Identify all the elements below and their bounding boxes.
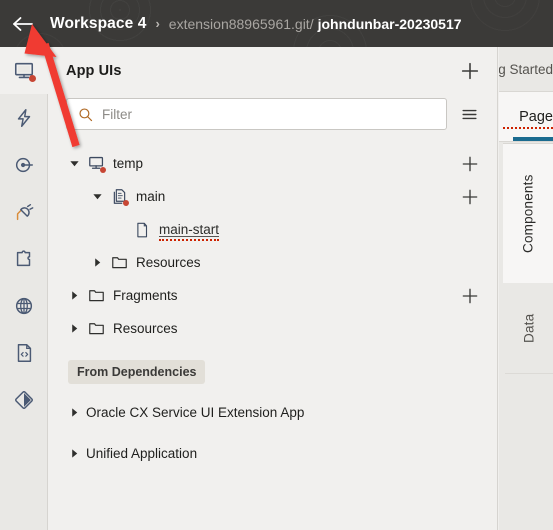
app-root: Workspace 4 › extension88965961.git/ joh… [0, 0, 553, 530]
add-app-ui-button[interactable] [457, 58, 483, 84]
tree-label: Resources [136, 255, 201, 270]
tab-getting-started[interactable]: Getting Started [499, 47, 553, 92]
back-button[interactable] [10, 11, 36, 37]
rail-item-extensions[interactable] [0, 235, 48, 282]
filter-box[interactable] [66, 98, 447, 130]
dependency-label: Unified Application [86, 446, 198, 461]
breadcrumb-branch[interactable]: johndunbar-20230517 [318, 16, 462, 32]
twisty-collapsed-icon[interactable] [66, 446, 82, 462]
tab-label: Data [521, 313, 537, 344]
page-flow-icon [109, 187, 129, 207]
search-icon [77, 106, 94, 123]
tab-label: Getting Started [499, 61, 553, 77]
rail-item-source[interactable] [0, 329, 48, 376]
rail-item-git[interactable] [0, 376, 48, 423]
status-dot [123, 199, 129, 206]
status-badge: From Dependencies [68, 360, 206, 384]
lightning-bolt-icon [17, 108, 31, 127]
rail-item-translations[interactable] [0, 282, 48, 329]
tree-label: Fragments [113, 288, 178, 303]
hamburger-menu-icon [461, 109, 477, 119]
plus-icon [462, 156, 478, 171]
app-uis-tree: temp main main-start Resources Fragments… [48, 134, 497, 471]
twisty-collapsed-icon[interactable] [66, 288, 82, 304]
breadcrumb-workspace[interactable]: Workspace 4 [50, 15, 146, 33]
plus-icon [462, 189, 478, 204]
tab-data[interactable]: Data [505, 284, 553, 374]
target-icon [15, 157, 33, 172]
folder-icon [109, 253, 129, 273]
active-tab-indicator [513, 137, 553, 141]
tree-row-resources-nested[interactable]: Resources [48, 246, 497, 279]
twisty-collapsed-icon[interactable] [89, 255, 105, 271]
twisty-expanded-icon[interactable] [66, 156, 82, 172]
document-icon [132, 220, 152, 240]
app-uis-panel: App UIs Filter temp main main-start Reso… [48, 47, 498, 530]
twisty-collapsed-icon[interactable] [66, 321, 82, 337]
breadcrumb-separator: › [155, 16, 160, 31]
tab-page[interactable]: Page [499, 92, 553, 142]
top-header: Workspace 4 › extension88965961.git/ joh… [0, 0, 553, 47]
twisty-collapsed-icon[interactable] [66, 405, 82, 421]
tree-label: temp [113, 156, 144, 171]
folder-icon [86, 319, 106, 339]
twisty-expanded-icon[interactable] [89, 189, 105, 205]
dependency-label: Oracle CX Service UI Extension App [86, 405, 305, 420]
tree-label: Resources [113, 321, 178, 336]
tree-label[interactable]: main-start [159, 222, 220, 241]
dependency-row-unified-application[interactable]: Unified Application [48, 436, 497, 471]
rail-item-connections[interactable] [0, 188, 48, 235]
arrow-left-icon [13, 16, 33, 31]
panel-header: App UIs [48, 47, 497, 94]
folder-icon [86, 286, 106, 306]
right-panel: Getting Started Page Components Data [499, 47, 553, 530]
plus-icon [461, 62, 479, 79]
add-fragment-button[interactable] [457, 283, 483, 309]
tab-label: Page [503, 109, 553, 129]
puzzle-piece-icon [16, 249, 31, 266]
tab-components[interactable]: Components [503, 143, 553, 283]
tree-row-resources-root[interactable]: Resources [48, 312, 497, 345]
tab-label: Components [520, 174, 536, 253]
status-dot [29, 75, 36, 82]
status-dot [100, 166, 106, 173]
tree-row-temp[interactable]: temp [48, 147, 497, 180]
code-file-icon [17, 343, 32, 362]
left-icon-rail [0, 47, 48, 530]
tree-row-main-start[interactable]: main-start [48, 213, 497, 246]
dependencies-section-header: From Dependencies [48, 355, 497, 389]
tree-label: main [136, 189, 166, 204]
globe-icon [15, 297, 33, 314]
monitor-icon [86, 154, 106, 174]
add-page-button[interactable] [457, 151, 483, 177]
tree-row-main[interactable]: main [48, 180, 497, 213]
plus-icon [462, 288, 478, 303]
tree-row-fragments[interactable]: Fragments [48, 279, 497, 312]
filter-row [48, 94, 497, 134]
search-input[interactable] [102, 106, 438, 122]
panel-menu-button[interactable] [455, 100, 483, 128]
add-flow-item-button[interactable] [457, 184, 483, 210]
dependency-row-oracle-cx[interactable]: Oracle CX Service UI Extension App [48, 395, 497, 430]
git-diamond-icon [15, 390, 33, 409]
rail-item-app-uis[interactable] [0, 47, 48, 94]
breadcrumb-repo[interactable]: extension88965961.git/ [169, 16, 314, 32]
plug-icon [16, 203, 34, 220]
rail-item-actions[interactable] [0, 94, 48, 141]
page-title: App UIs [66, 62, 122, 79]
rail-item-events[interactable] [0, 141, 48, 188]
